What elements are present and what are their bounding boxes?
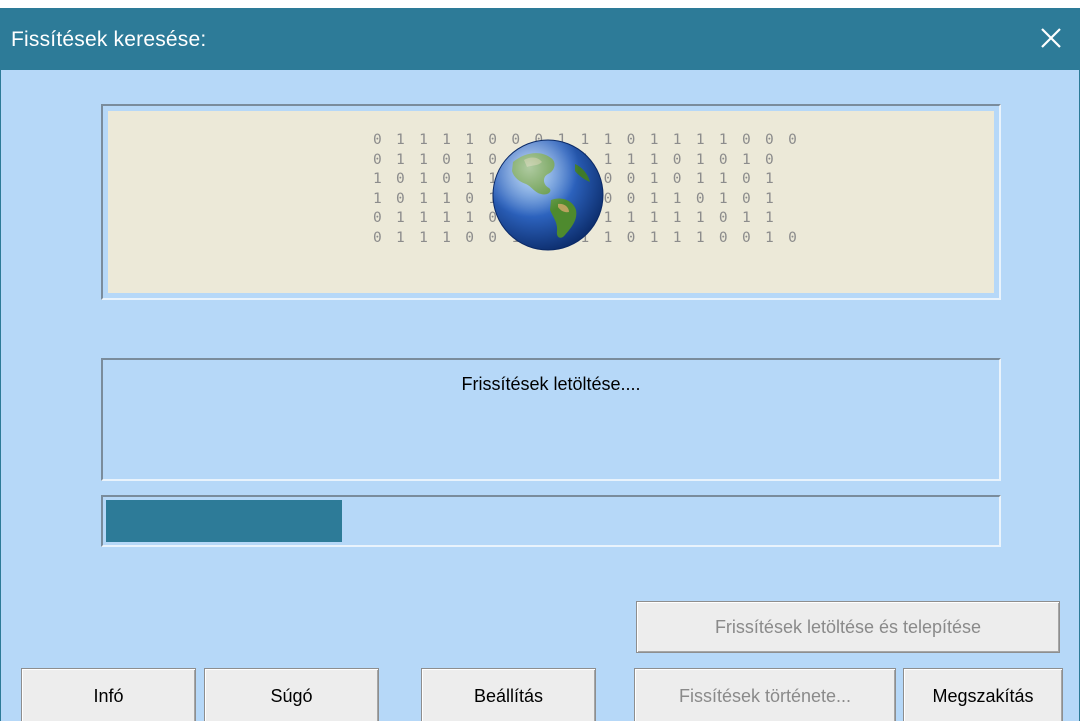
close-icon[interactable] (1031, 18, 1071, 58)
progress-bar (101, 495, 1001, 547)
progress-fill (106, 500, 342, 542)
globe-icon (492, 139, 604, 251)
info-button[interactable]: Infó (21, 668, 196, 721)
status-text: Frissítések letöltése.... (461, 374, 641, 394)
help-button[interactable]: Súgó (204, 668, 379, 721)
status-panel: Frissítések letöltése.... (101, 358, 1001, 481)
download-install-button[interactable]: Frissítések letöltése és telepítése (636, 601, 1060, 653)
settings-button[interactable]: Beállítás (421, 668, 596, 721)
cancel-button[interactable]: Megszakítás (903, 668, 1063, 721)
update-dialog: Fissítések keresése: 0 1 1 1 1 0 0 0 1 1… (0, 8, 1080, 721)
window-title: Fissítések keresése: (11, 28, 207, 51)
banner-animation: 0 1 1 1 1 0 0 0 1 1 1 0 1 1 1 1 0 0 0 0 … (108, 111, 994, 293)
update-banner: 0 1 1 1 1 0 0 0 1 1 1 0 1 1 1 1 0 0 0 0 … (101, 104, 1001, 300)
title-bar: Fissítések keresése: (1, 8, 1079, 70)
history-button[interactable]: Fissítések története... (634, 668, 896, 721)
